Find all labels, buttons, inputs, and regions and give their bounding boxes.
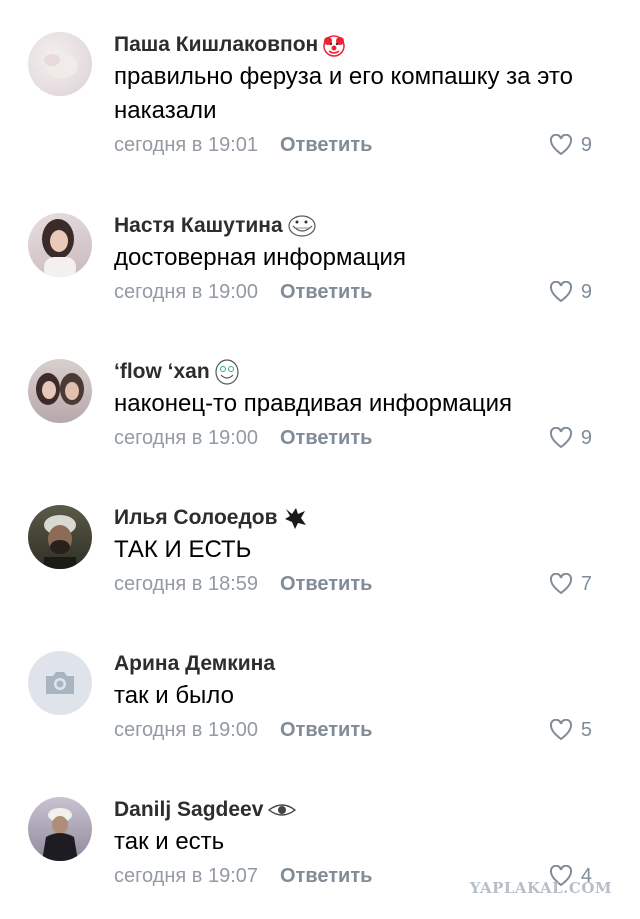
clown-icon — [322, 33, 346, 57]
heart-icon — [549, 134, 572, 156]
comment-text: ТАК И ЕСТЬ — [114, 536, 252, 563]
author-name[interactable]: Паша Кишлаковпон — [114, 33, 318, 57]
heart-icon — [549, 573, 572, 595]
like-button[interactable]: 9 — [549, 134, 592, 157]
avatar[interactable] — [28, 651, 92, 715]
reply-button[interactable]: Ответить — [280, 281, 372, 304]
comment-text: правильно феруза и его компашку за это н… — [114, 63, 573, 124]
troll-face-icon — [214, 359, 240, 385]
comment-date: сегодня в 18:59 — [114, 572, 258, 595]
reply-button[interactable]: Ответить — [280, 865, 372, 888]
comment-text: наконец-то правдивая информация — [114, 390, 512, 417]
comment-date: сегодня в 19:00 — [114, 280, 258, 303]
like-count: 9 — [580, 280, 592, 303]
author-name[interactable]: ‘flow ‘xan — [114, 360, 210, 384]
troll-face-icon — [287, 214, 317, 238]
avatar[interactable] — [28, 213, 92, 277]
comment-date: сегодня в 19:00 — [114, 426, 258, 449]
avatar-image — [36, 373, 84, 405]
like-button[interactable]: 9 — [549, 427, 592, 450]
like-count: 9 — [580, 133, 592, 156]
like-count: 7 — [580, 572, 592, 595]
comment-date: сегодня в 19:01 — [114, 133, 258, 156]
reply-button[interactable]: Ответить — [280, 719, 372, 742]
avatar-image — [42, 219, 76, 277]
avatar-image — [44, 515, 76, 569]
like-count: 9 — [580, 426, 592, 449]
avatar-image — [42, 808, 78, 861]
heart-icon — [549, 281, 572, 303]
reply-button[interactable]: Ответить — [280, 573, 372, 596]
author-name[interactable]: Danilj Sagdeev — [114, 798, 263, 822]
comment-date: сегодня в 19:07 — [114, 864, 258, 887]
avatar-image — [44, 54, 78, 78]
author-name[interactable]: Арина Демкина — [114, 652, 275, 676]
like-count: 5 — [580, 718, 592, 741]
reply-button[interactable]: Ответить — [280, 134, 372, 157]
heart-icon — [549, 427, 572, 449]
author-name[interactable]: Настя Кашутина — [114, 214, 283, 238]
watermark: YAPLAKAL.COM — [469, 879, 612, 897]
like-button[interactable]: 9 — [549, 281, 592, 304]
heart-icon — [549, 719, 572, 741]
like-button[interactable]: 7 — [549, 573, 592, 596]
comment-text: так и было — [114, 682, 234, 709]
avatar[interactable] — [28, 797, 92, 861]
wolf-logo-icon — [282, 505, 308, 531]
reply-button[interactable]: Ответить — [280, 427, 372, 450]
camera-icon — [46, 672, 74, 694]
like-button[interactable]: 5 — [549, 719, 592, 742]
avatar[interactable] — [28, 505, 92, 569]
avatar[interactable] — [28, 32, 92, 96]
avatar[interactable] — [28, 359, 92, 423]
comment-text: достоверная информация — [114, 244, 406, 271]
comment-text: так и есть — [114, 828, 225, 855]
eye-icon — [267, 800, 297, 820]
comment-date: сегодня в 19:00 — [114, 718, 258, 741]
author-name[interactable]: Илья Солоедов — [114, 506, 278, 530]
